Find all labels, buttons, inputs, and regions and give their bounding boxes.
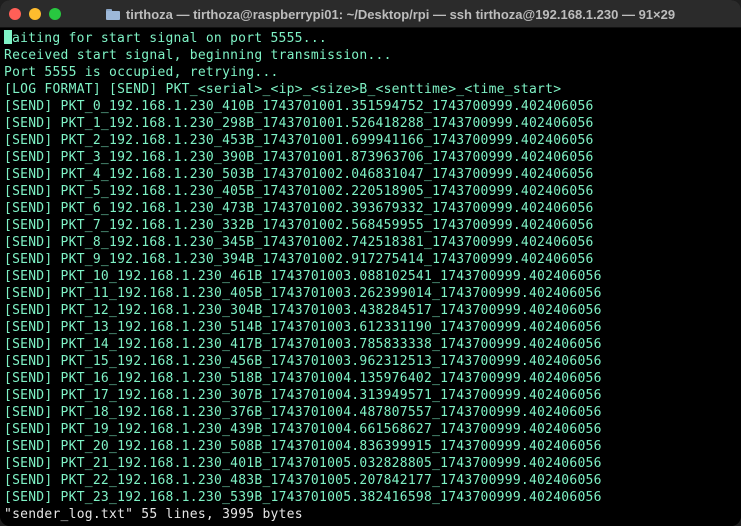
text-cursor — [4, 30, 12, 44]
folder-icon — [105, 9, 120, 20]
terminal-line: [SEND] PKT_7_192.168.1.230_332B_17437010… — [4, 218, 594, 233]
terminal-line: [SEND] PKT_18_192.168.1.230_376B_1743701… — [4, 405, 602, 420]
terminal-line: [SEND] PKT_14_192.168.1.230_417B_1743701… — [4, 337, 602, 352]
terminal-line: [SEND] PKT_4_192.168.1.230_503B_17437010… — [4, 167, 594, 182]
terminal-line: [SEND] PKT_20_192.168.1.230_508B_1743701… — [4, 439, 602, 454]
title-bar[interactable]: tirthoza — tirthoza@raspberrypi01: ~/Des… — [0, 0, 741, 28]
status-line: "sender_log.txt" 55 lines, 3995 bytes — [4, 507, 303, 522]
terminal-line: Received start signal, beginning transmi… — [4, 48, 392, 63]
terminal-content[interactable]: aiting for start signal on port 5555... … — [0, 28, 741, 526]
terminal-first-line-text: aiting for start signal on port 5555... — [12, 31, 327, 46]
terminal-line: [SEND] PKT_8_192.168.1.230_345B_17437010… — [4, 235, 594, 250]
terminal-line: [SEND] PKT_0_192.168.1.230_410B_17437010… — [4, 99, 594, 114]
terminal-line: [SEND] PKT_2_192.168.1.230_453B_17437010… — [4, 133, 594, 148]
terminal-window: tirthoza — tirthoza@raspberrypi01: ~/Des… — [0, 0, 741, 526]
terminal-line: [SEND] PKT_12_192.168.1.230_304B_1743701… — [4, 303, 602, 318]
terminal-line: [SEND] PKT_9_192.168.1.230_394B_17437010… — [4, 252, 594, 267]
terminal-line: [SEND] PKT_3_192.168.1.230_390B_17437010… — [4, 150, 594, 165]
terminal-line: [SEND] PKT_13_192.168.1.230_514B_1743701… — [4, 320, 602, 335]
terminal-line: [SEND] PKT_16_192.168.1.230_518B_1743701… — [4, 371, 602, 386]
terminal-line: [SEND] PKT_10_192.168.1.230_461B_1743701… — [4, 269, 602, 284]
terminal-line: [LOG FORMAT] [SEND] PKT_<serial>_<ip>_<s… — [4, 82, 562, 97]
terminal-line: Port 5555 is occupied, retrying... — [4, 65, 279, 80]
terminal-line: [SEND] PKT_15_192.168.1.230_456B_1743701… — [4, 354, 602, 369]
terminal-line: [SEND] PKT_5_192.168.1.230_405B_17437010… — [4, 184, 594, 199]
terminal-line: aiting for start signal on port 5555... — [4, 30, 741, 47]
terminal-line: [SEND] PKT_6_192.168.1.230_473B_17437010… — [4, 201, 594, 216]
terminal-line: [SEND] PKT_17_192.168.1.230_307B_1743701… — [4, 388, 602, 403]
terminal-line: [SEND] PKT_21_192.168.1.230_401B_1743701… — [4, 456, 602, 471]
window-title-group: tirthoza — tirthoza@raspberrypi01: ~/Des… — [0, 0, 741, 28]
terminal-line: [SEND] PKT_11_192.168.1.230_405B_1743701… — [4, 286, 602, 301]
terminal-line: [SEND] PKT_1_192.168.1.230_298B_17437010… — [4, 116, 594, 131]
terminal-line: [SEND] PKT_23_192.168.1.230_539B_1743701… — [4, 490, 602, 505]
terminal-line: [SEND] PKT_22_192.168.1.230_483B_1743701… — [4, 473, 602, 488]
terminal-line: [SEND] PKT_19_192.168.1.230_439B_1743701… — [4, 422, 602, 437]
window-title: tirthoza — tirthoza@raspberrypi01: ~/Des… — [125, 6, 676, 22]
